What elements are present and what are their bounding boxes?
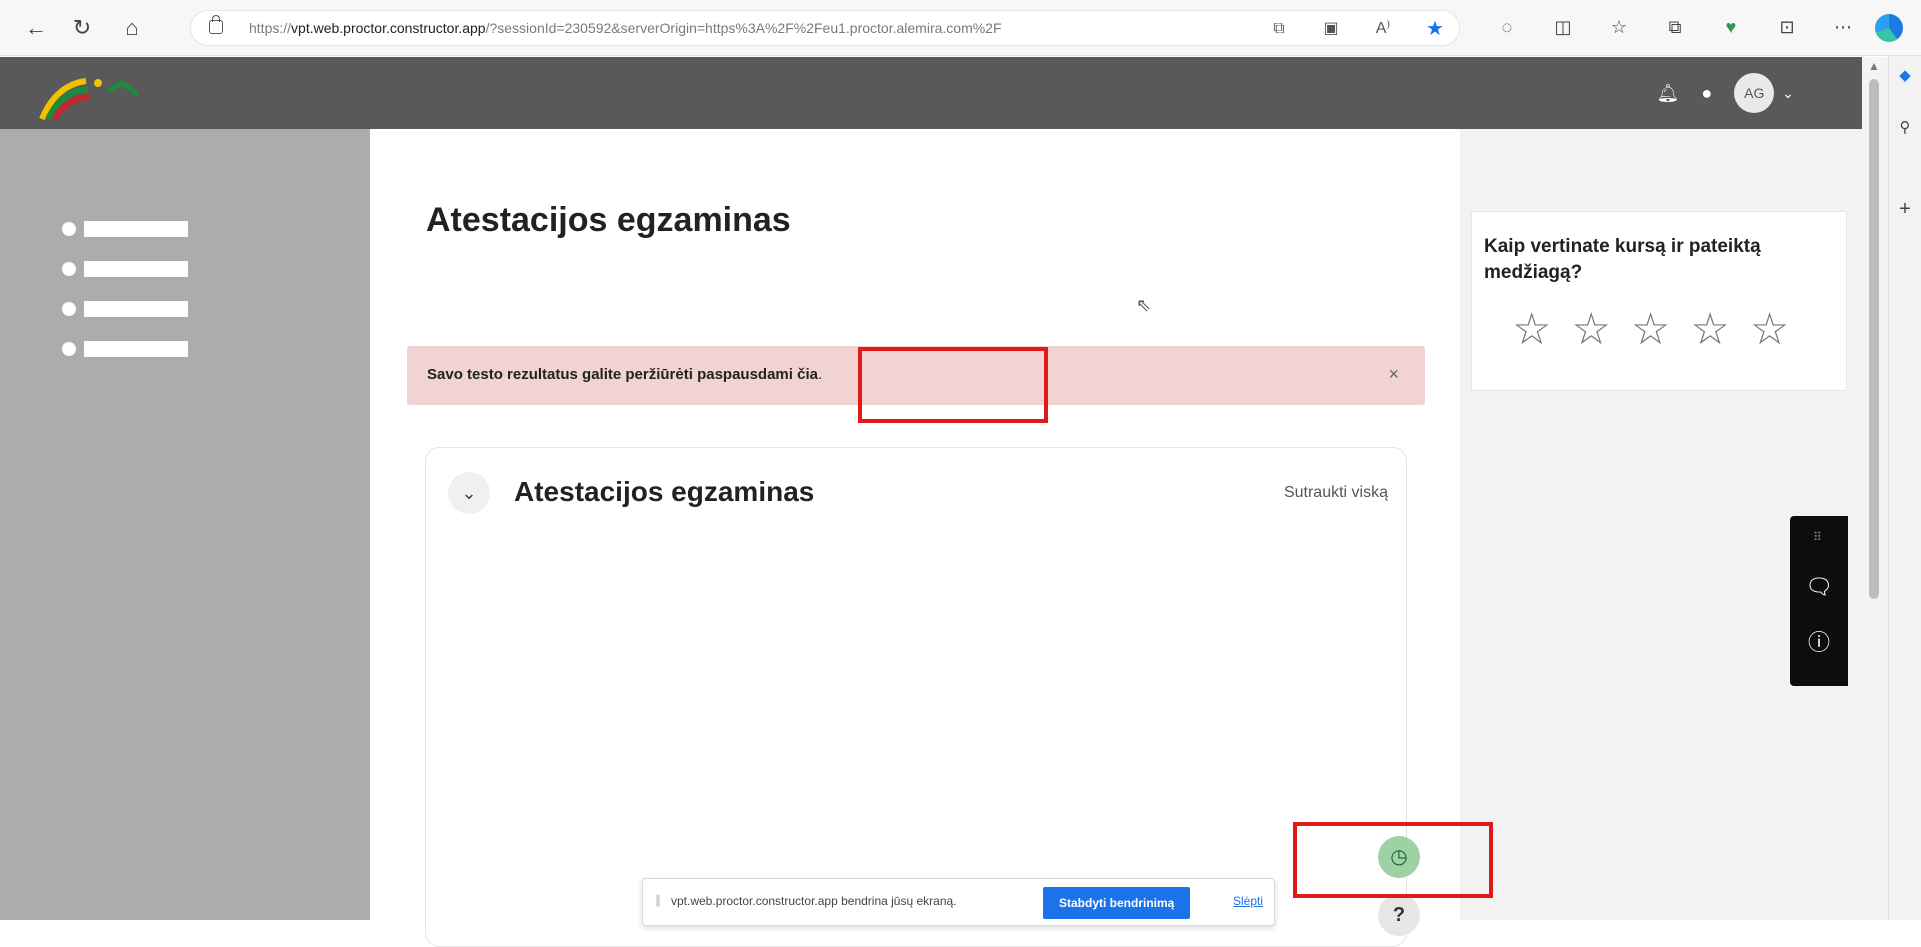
browser-toolbar: ← ↻ ⌂ https://vpt.web.proctor.constructo…	[0, 0, 1921, 56]
nav-item[interactable]	[62, 301, 188, 317]
star-icon[interactable]: ☆	[1690, 308, 1729, 352]
star-icon[interactable]: ☆	[1571, 308, 1610, 352]
more-icon[interactable]: ⋯	[1830, 14, 1856, 40]
help-button[interactable]: ?	[1378, 894, 1420, 936]
rating-card: Kaip vertinate kursą ir pateiktą medžiag…	[1471, 211, 1847, 391]
url-text[interactable]: https://vpt.web.proctor.constructor.app/…	[249, 20, 1002, 36]
star-icon[interactable]: ☆	[1750, 308, 1789, 352]
search-icon[interactable]: ⚲	[1895, 118, 1915, 138]
tab-action-icon[interactable]: ▣	[1319, 17, 1343, 41]
browser-sidebar: ◆ ⚲ +	[1888, 56, 1921, 920]
chevron-down-icon[interactable]: ⌄	[448, 472, 490, 514]
nav-item[interactable]	[62, 341, 188, 357]
share-message: vpt.web.proctor.constructor.app bendrina…	[671, 894, 957, 908]
split-screen-icon[interactable]: ◫	[1550, 14, 1576, 40]
collapse-all-link[interactable]: Sutraukti viską	[1284, 484, 1388, 502]
favorites-icon[interactable]: ☆	[1606, 14, 1632, 40]
lock-icon[interactable]	[209, 15, 223, 34]
home-icon[interactable]: ⌂	[118, 14, 146, 42]
avatar[interactable]: AG	[1734, 73, 1775, 113]
app-available-icon[interactable]: ⧉	[1267, 17, 1291, 41]
favorite-star-icon[interactable]: ★	[1423, 17, 1447, 41]
edge-sidebar-logo-icon[interactable]	[1875, 14, 1903, 42]
rating-question: Kaip vertinate kursą ir pateiktą medžiag…	[1484, 236, 1761, 283]
info-icon[interactable]: ⓘ	[1804, 628, 1834, 658]
highlight-box	[858, 347, 1048, 423]
section-title[interactable]: Atestacijos egzaminas	[514, 476, 814, 508]
app-header: 🔔︎ ● AG ⌄	[0, 57, 1862, 129]
copilot-sidebar-icon[interactable]: ◆	[1895, 66, 1915, 86]
screen-share-bar: ∥ vpt.web.proctor.constructor.app bendri…	[642, 878, 1275, 926]
read-aloud-icon[interactable]: A⁾	[1371, 17, 1395, 41]
course-section-card: ⌄ Atestacijos egzaminas Sutraukti viską	[425, 447, 1407, 947]
alert-message: Savo testo rezultatus galite peržiūrėti …	[427, 366, 823, 383]
proctor-floating-panel: ⠿ 🗨︎ ⓘ	[1790, 516, 1848, 686]
main-content: Atestacijos egzaminas ⇖ Savo testo rezul…	[370, 129, 1460, 947]
page-title: Atestacijos egzaminas	[426, 201, 791, 239]
back-icon[interactable]: ←	[22, 14, 50, 42]
left-navigation	[0, 129, 370, 920]
highlight-box	[1293, 822, 1493, 898]
refresh-icon[interactable]: ↻	[68, 14, 96, 42]
browser-essentials-icon[interactable]: ♥	[1718, 14, 1744, 40]
scroll-up-icon[interactable]: ▲	[1868, 59, 1880, 73]
nav-item[interactable]	[62, 261, 188, 277]
star-icon[interactable]: ☆	[1631, 308, 1670, 352]
stop-sharing-button[interactable]: Stabdyti bendrinimą	[1043, 887, 1191, 919]
drag-handle-icon[interactable]: ∥	[655, 893, 661, 907]
nav-item[interactable]	[62, 221, 188, 237]
chat-bubble-icon[interactable]: 🗨︎	[1804, 572, 1834, 602]
collections-icon[interactable]: ⧉	[1662, 14, 1688, 40]
chevron-down-icon[interactable]: ⌄	[1782, 85, 1794, 102]
add-icon[interactable]: +	[1895, 198, 1915, 220]
bell-icon[interactable]: 🔔︎	[1657, 83, 1680, 104]
results-link[interactable]: čia	[797, 366, 818, 383]
page-scrollbar[interactable]: ▲	[1862, 57, 1888, 920]
address-bar[interactable]: https://vpt.web.proctor.constructor.app/…	[190, 10, 1460, 46]
chat-icon[interactable]: ●	[1701, 83, 1712, 104]
star-icon[interactable]: ☆	[1512, 308, 1551, 352]
hide-link[interactable]: Slėpti	[1233, 894, 1263, 908]
screenshot-icon[interactable]: ⊡	[1774, 14, 1800, 40]
copilot-icon[interactable]: ◌	[1494, 14, 1520, 40]
star-rating[interactable]: ☆ ☆ ☆ ☆ ☆	[1512, 308, 1789, 352]
drag-handle-icon[interactable]: ⠿	[1813, 530, 1823, 544]
logo[interactable]	[38, 71, 148, 121]
scrollbar-thumb[interactable]	[1869, 79, 1879, 599]
close-icon[interactable]: ×	[1388, 364, 1399, 385]
mouse-cursor-icon: ⇖	[1136, 295, 1152, 315]
